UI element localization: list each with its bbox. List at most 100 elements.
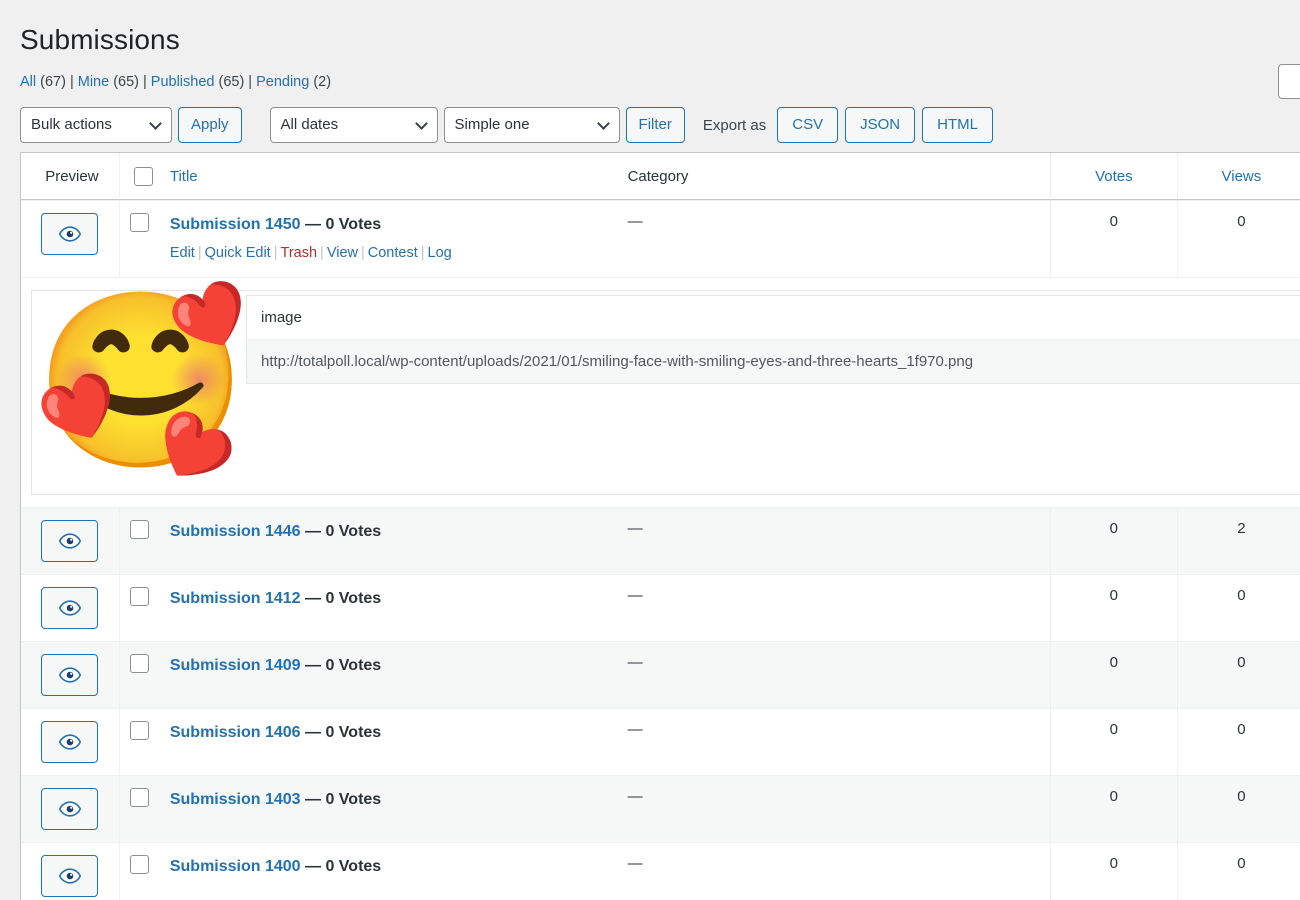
row-action-edit[interactable]: Edit — [170, 245, 195, 261]
table-body: Submission 1450 — 0 Votes Edit | Quick Edit… — [21, 200, 1300, 900]
row-title-link[interactable]: Submission 1400 — [170, 858, 301, 875]
row-title[interactable]: Submission 1406 — 0 Votes — [170, 721, 608, 744]
view-filter-all-link[interactable]: All — [20, 74, 36, 90]
row-action-quick-edit[interactable]: Quick Edit — [205, 245, 271, 261]
row-title-cell: Submission 1400 — 0 Votes — [159, 841, 618, 900]
row-action-trash[interactable]: Trash — [281, 245, 318, 261]
column-header-views[interactable]: Views — [1177, 153, 1300, 201]
row-title[interactable]: Submission 1403 — 0 Votes — [170, 788, 608, 811]
view-filter-pending[interactable]: Pending (2) — [256, 74, 331, 90]
row-category-value: — — [627, 653, 643, 671]
row-title-link[interactable]: Submission 1409 — [170, 657, 301, 674]
row-action-log[interactable]: Log — [428, 245, 452, 261]
row-checkbox[interactable] — [129, 854, 149, 874]
row-checkbox-cell — [119, 774, 160, 842]
bulk-actions-select[interactable]: Bulk actions — [20, 107, 172, 144]
row-actions: Edit | Quick Edit | Trash | View | Contest | Log — [170, 236, 608, 265]
eye-icon — [58, 667, 81, 683]
chevron-down-icon — [149, 117, 162, 131]
preview-toggle-button[interactable] — [41, 787, 99, 830]
row-title[interactable]: Submission 1409 — 0 Votes — [170, 654, 608, 677]
row-action-divider: | — [197, 244, 202, 261]
apply-button[interactable]: Apply — [178, 107, 242, 144]
row-title-link[interactable]: Submission 1412 — [170, 590, 301, 607]
preview-toggle-button[interactable] — [41, 213, 99, 256]
row-checkbox-cell — [119, 707, 160, 775]
view-filter-mine-link[interactable]: Mine — [78, 74, 109, 90]
view-filter-mine[interactable]: Mine (65) — [78, 74, 139, 90]
row-action-view[interactable]: View — [327, 245, 358, 261]
row-checkbox[interactable] — [129, 586, 149, 606]
row-checkbox-cell — [119, 640, 160, 708]
preview-toggle-button[interactable] — [41, 653, 99, 696]
row-preview-cell — [21, 200, 120, 277]
row-category-cell: — — [617, 200, 1050, 277]
table-row: Submission 1412 — 0 Votes—00Ad — [21, 573, 1300, 641]
chevron-down-icon — [414, 117, 428, 131]
filter-button[interactable]: Filter — [625, 107, 685, 144]
row-title-votes-suffix: — 0 Votes — [305, 723, 382, 741]
row-title-votes-suffix: — 0 Votes — [305, 522, 382, 540]
export-html-button[interactable]: HTML — [922, 107, 993, 144]
row-preview-cell — [21, 774, 120, 842]
row-title-cell: Submission 1412 — 0 Votes — [159, 573, 618, 641]
column-header-views-link[interactable]: Views — [1222, 168, 1262, 185]
preview-toggle-button[interactable] — [41, 720, 99, 763]
row-checkbox[interactable] — [129, 787, 149, 807]
search-input[interactable] — [1278, 64, 1300, 99]
row-title[interactable]: Submission 1400 — 0 Votes — [170, 855, 608, 878]
row-title-cell: Submission 1403 — 0 Votes — [159, 774, 618, 842]
export-csv-button[interactable]: CSV — [777, 107, 839, 144]
row-action-divider: | — [273, 244, 278, 261]
column-header-votes-link[interactable]: Votes — [1095, 168, 1133, 185]
row-title[interactable]: Submission 1450 — 0 Votes — [170, 213, 608, 236]
row-category-value: — — [627, 787, 643, 805]
preview-toggle-button[interactable] — [41, 854, 99, 897]
preview-toggle-button[interactable] — [41, 586, 99, 629]
row-title-link[interactable]: Submission 1406 — [170, 724, 301, 741]
row-title-votes-suffix: — 0 Votes — [305, 216, 382, 234]
row-title-link[interactable]: Submission 1446 — [170, 523, 301, 540]
table-row: Submission 1446 — 0 Votes—02Ad — [21, 506, 1300, 574]
row-category-cell: — — [617, 506, 1050, 574]
eye-icon — [58, 868, 81, 884]
row-votes-cell: 0 — [1049, 774, 1178, 842]
column-header-votes[interactable]: Votes — [1049, 153, 1178, 201]
row-views-cell: 2 — [1177, 506, 1300, 574]
preview-thumbnail: 🥰 — [32, 291, 248, 467]
preview-toggle-button[interactable] — [41, 519, 99, 562]
eye-icon — [58, 801, 81, 817]
view-filter-pending-link[interactable]: Pending — [256, 74, 309, 90]
row-title[interactable]: Submission 1412 — 0 Votes — [170, 587, 608, 610]
preview-field-value-email: support@ — [991, 338, 1300, 384]
view-filter-published[interactable]: Published (65) — [151, 74, 245, 90]
column-header-title[interactable]: Title — [159, 153, 618, 201]
date-filter-select[interactable]: All dates — [269, 107, 438, 144]
smiling-face-with-hearts-icon: 🥰 — [33, 284, 249, 477]
row-preview-cell — [21, 573, 120, 641]
preview-panel-row: 🥰imageemail_txhttp://totalpoll.local/wp-… — [21, 276, 1300, 507]
row-checkbox[interactable] — [129, 519, 149, 539]
export-json-button[interactable]: JSON — [845, 107, 916, 144]
preview-field-name-email: email_tx — [991, 295, 1300, 340]
row-checkbox[interactable] — [129, 213, 149, 233]
select-all-checkbox[interactable] — [133, 166, 153, 186]
poll-filter-select[interactable]: Simple one — [443, 107, 620, 144]
row-title-link[interactable]: Submission 1450 — [170, 216, 301, 233]
row-checkbox[interactable] — [129, 653, 149, 673]
row-action-divider: | — [420, 244, 425, 261]
row-title-cell: Submission 1450 — 0 Votes Edit | Quick Edit… — [159, 200, 618, 277]
row-action-contest[interactable]: Contest — [368, 245, 418, 261]
eye-icon — [58, 734, 81, 750]
table-head: Preview Title Category Votes Views Au — [21, 153, 1300, 201]
view-filter-published-link[interactable]: Published — [151, 74, 215, 90]
view-filter-mine-count: (65) — [113, 74, 139, 91]
preview-fields-header-row: imageemail_tx — [246, 295, 1300, 340]
row-checkbox[interactable] — [129, 720, 149, 740]
row-category-cell: — — [617, 707, 1050, 775]
column-header-title-link[interactable]: Title — [170, 168, 198, 185]
row-preview-cell — [21, 707, 120, 775]
row-title-link[interactable]: Submission 1403 — [170, 791, 301, 808]
row-title[interactable]: Submission 1446 — 0 Votes — [170, 520, 608, 543]
view-filter-all[interactable]: All (67) — [20, 74, 66, 90]
